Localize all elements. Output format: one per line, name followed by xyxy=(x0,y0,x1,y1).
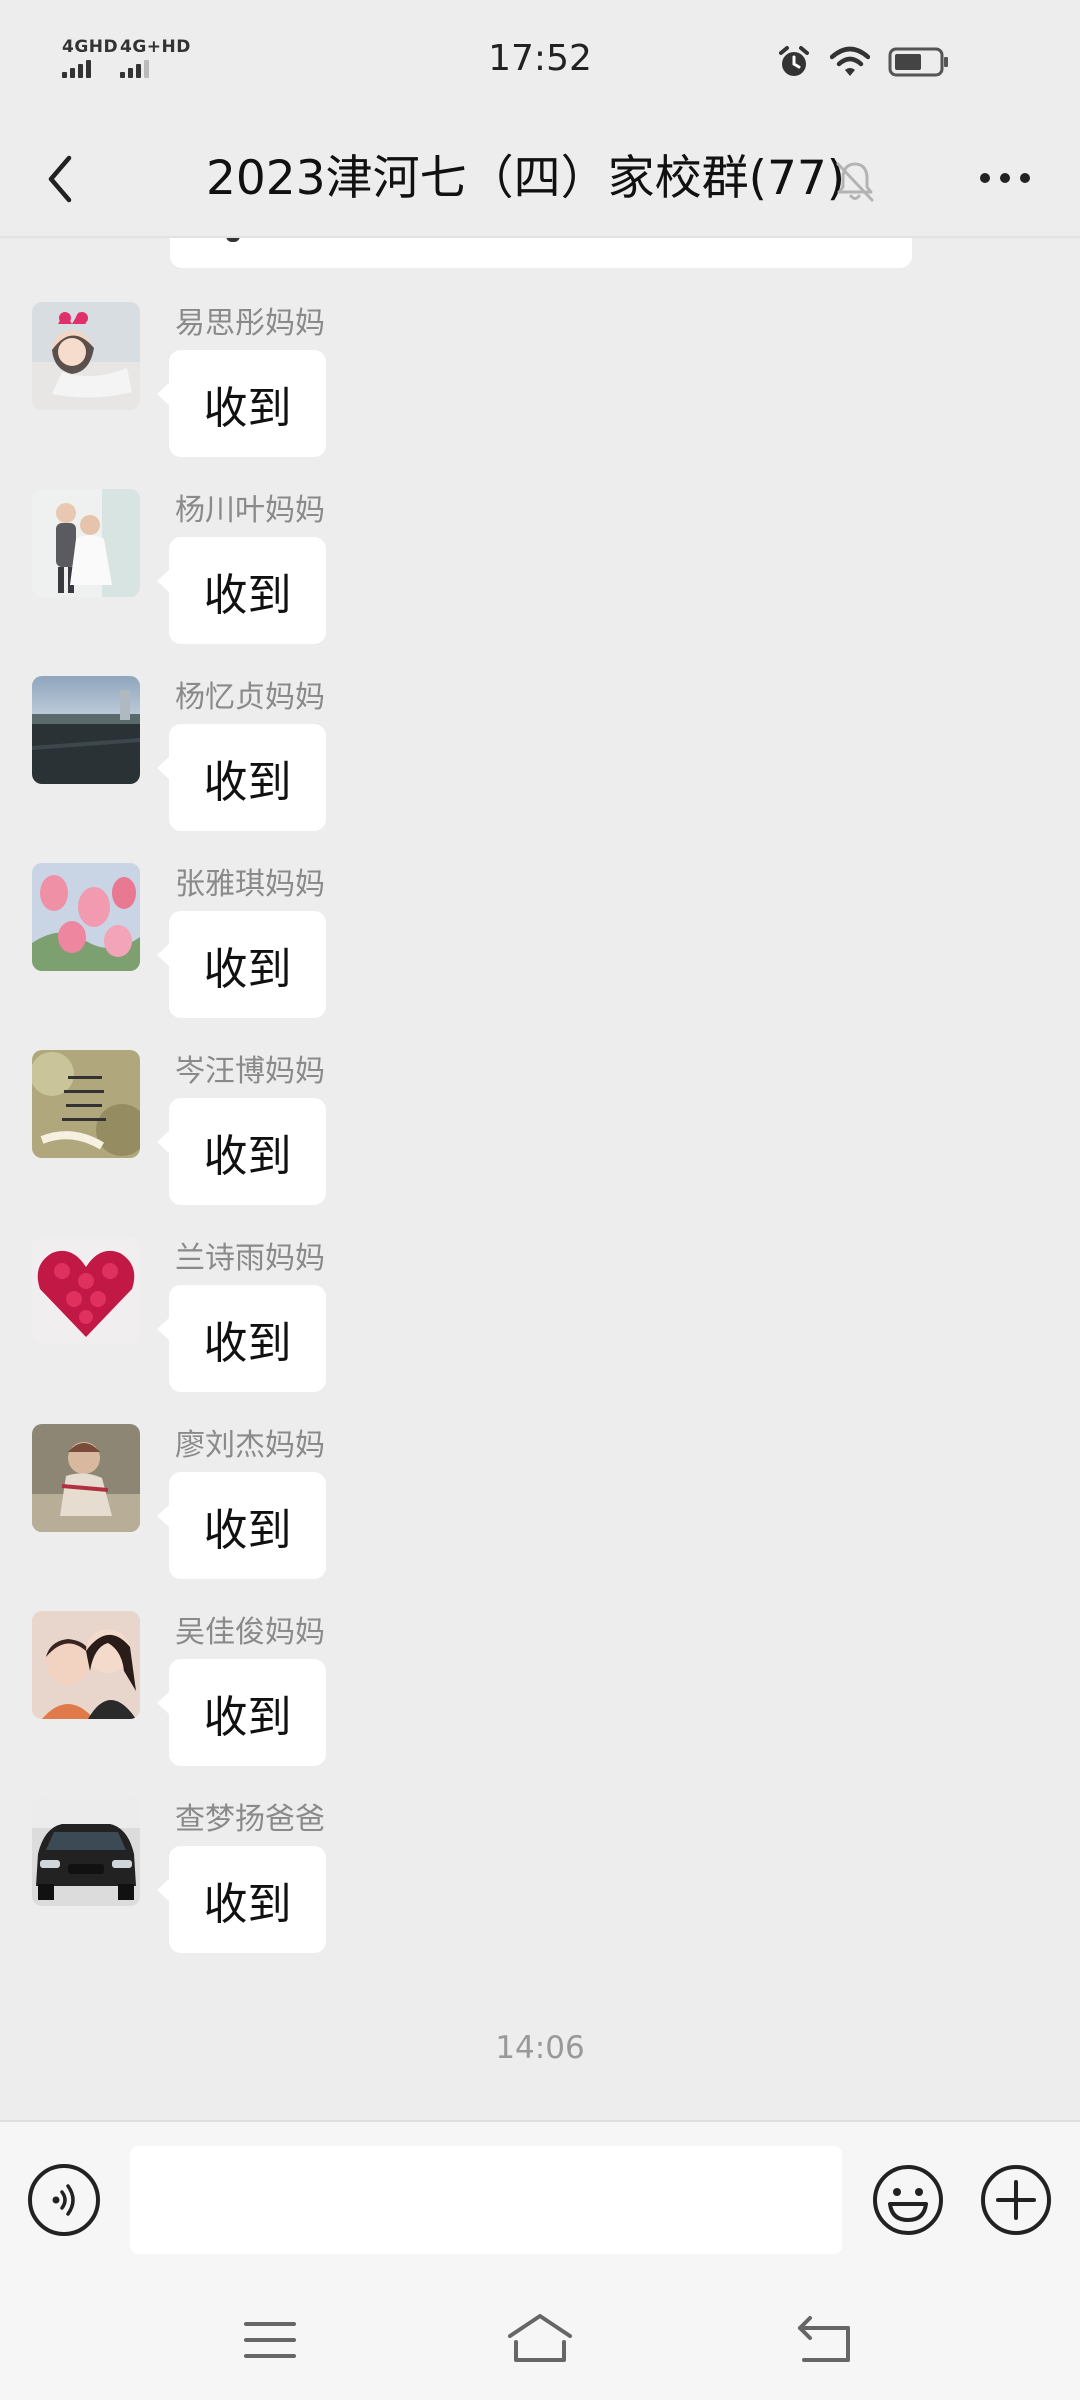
avatar[interactable] xyxy=(32,1424,140,1532)
sender-name: 岑汪博妈妈 xyxy=(175,1054,325,1089)
avatar[interactable] xyxy=(32,1611,140,1719)
back-button[interactable] xyxy=(30,140,90,218)
menu-icon[interactable] xyxy=(242,2318,298,2362)
partial-message-bubble[interactable] xyxy=(170,238,912,268)
home-icon[interactable] xyxy=(506,2312,574,2364)
sender-name: 兰诗雨妈妈 xyxy=(175,1241,325,1276)
sender-name: 廖刘杰妈妈 xyxy=(175,1428,325,1463)
avatar[interactable] xyxy=(32,676,140,784)
system-nav-bar xyxy=(0,2278,1080,2400)
battery-icon xyxy=(888,47,948,77)
avatar[interactable] xyxy=(32,1798,140,1906)
plus-icon[interactable] xyxy=(980,2164,1052,2236)
message-item: 杨川叶妈妈 收到 xyxy=(0,489,1080,676)
message-item: 吴佳俊妈妈 收到 xyxy=(0,1611,1080,1798)
message-item: 廖刘杰妈妈 收到 xyxy=(0,1424,1080,1611)
message-bubble[interactable]: 收到 xyxy=(157,1846,326,1953)
sender-name: 杨川叶妈妈 xyxy=(175,493,325,528)
chat-header: 2023津河七（四）家校群(77) xyxy=(0,120,1080,238)
message-bubble[interactable]: 收到 xyxy=(157,1285,326,1392)
message-item: 兰诗雨妈妈 收到 xyxy=(0,1237,1080,1424)
message-item: 杨忆贞妈妈 收到 xyxy=(0,676,1080,863)
back-icon[interactable] xyxy=(794,2314,856,2364)
message-list[interactable]: 易思彤妈妈 收到 杨川叶妈妈 收到 杨忆贞妈妈 收到 张雅琪妈妈 收到 岑汪博妈… xyxy=(0,238,1080,2120)
message-bubble[interactable]: 收到 xyxy=(157,350,326,457)
sender-name: 张雅琪妈妈 xyxy=(175,867,325,902)
message-input[interactable] xyxy=(130,2146,842,2254)
message-bubble[interactable]: 收到 xyxy=(157,537,326,644)
alarm-icon xyxy=(779,46,809,76)
more-icon xyxy=(980,173,1030,183)
sender-name: 易思彤妈妈 xyxy=(175,306,325,341)
message-item: 张雅琪妈妈 收到 xyxy=(0,863,1080,1050)
sender-name: 吴佳俊妈妈 xyxy=(175,1615,325,1650)
message-item: 查梦扬爸爸 收到 xyxy=(0,1798,1080,1985)
input-bar xyxy=(0,2120,1080,2280)
message-item: 易思彤妈妈 收到 xyxy=(0,302,1080,489)
mute-bell-icon xyxy=(836,162,874,202)
avatar[interactable] xyxy=(32,1050,140,1158)
message-item: 岑汪博妈妈 收到 xyxy=(0,1050,1080,1237)
sender-name: 查梦扬爸爸 xyxy=(175,1802,325,1837)
wifi-icon xyxy=(830,46,870,76)
system-icons xyxy=(776,44,950,80)
message-bubble[interactable]: 收到 xyxy=(157,1472,326,1579)
message-timestamp: 14:06 xyxy=(495,2030,585,2066)
avatar[interactable] xyxy=(32,1237,140,1345)
message-bubble[interactable]: 收到 xyxy=(157,1098,326,1205)
chat-title: 2023津河七（四）家校群(77) xyxy=(206,151,846,206)
avatar[interactable] xyxy=(32,302,140,410)
message-bubble[interactable]: 收到 xyxy=(157,1659,326,1766)
message-bubble[interactable]: 收到 xyxy=(157,724,326,831)
status-bar: 4GHD 4G+HD 17:52 xyxy=(0,0,1080,120)
voice-button[interactable] xyxy=(28,2164,100,2236)
avatar[interactable] xyxy=(32,863,140,971)
more-button[interactable] xyxy=(970,148,1040,208)
avatar[interactable] xyxy=(32,489,140,597)
back-arrow-icon xyxy=(48,155,72,203)
message-bubble[interactable]: 收到 xyxy=(157,911,326,1018)
voice-icon xyxy=(52,2184,75,2216)
sender-name: 杨忆贞妈妈 xyxy=(175,680,325,715)
emoji-icon[interactable] xyxy=(872,2164,944,2236)
